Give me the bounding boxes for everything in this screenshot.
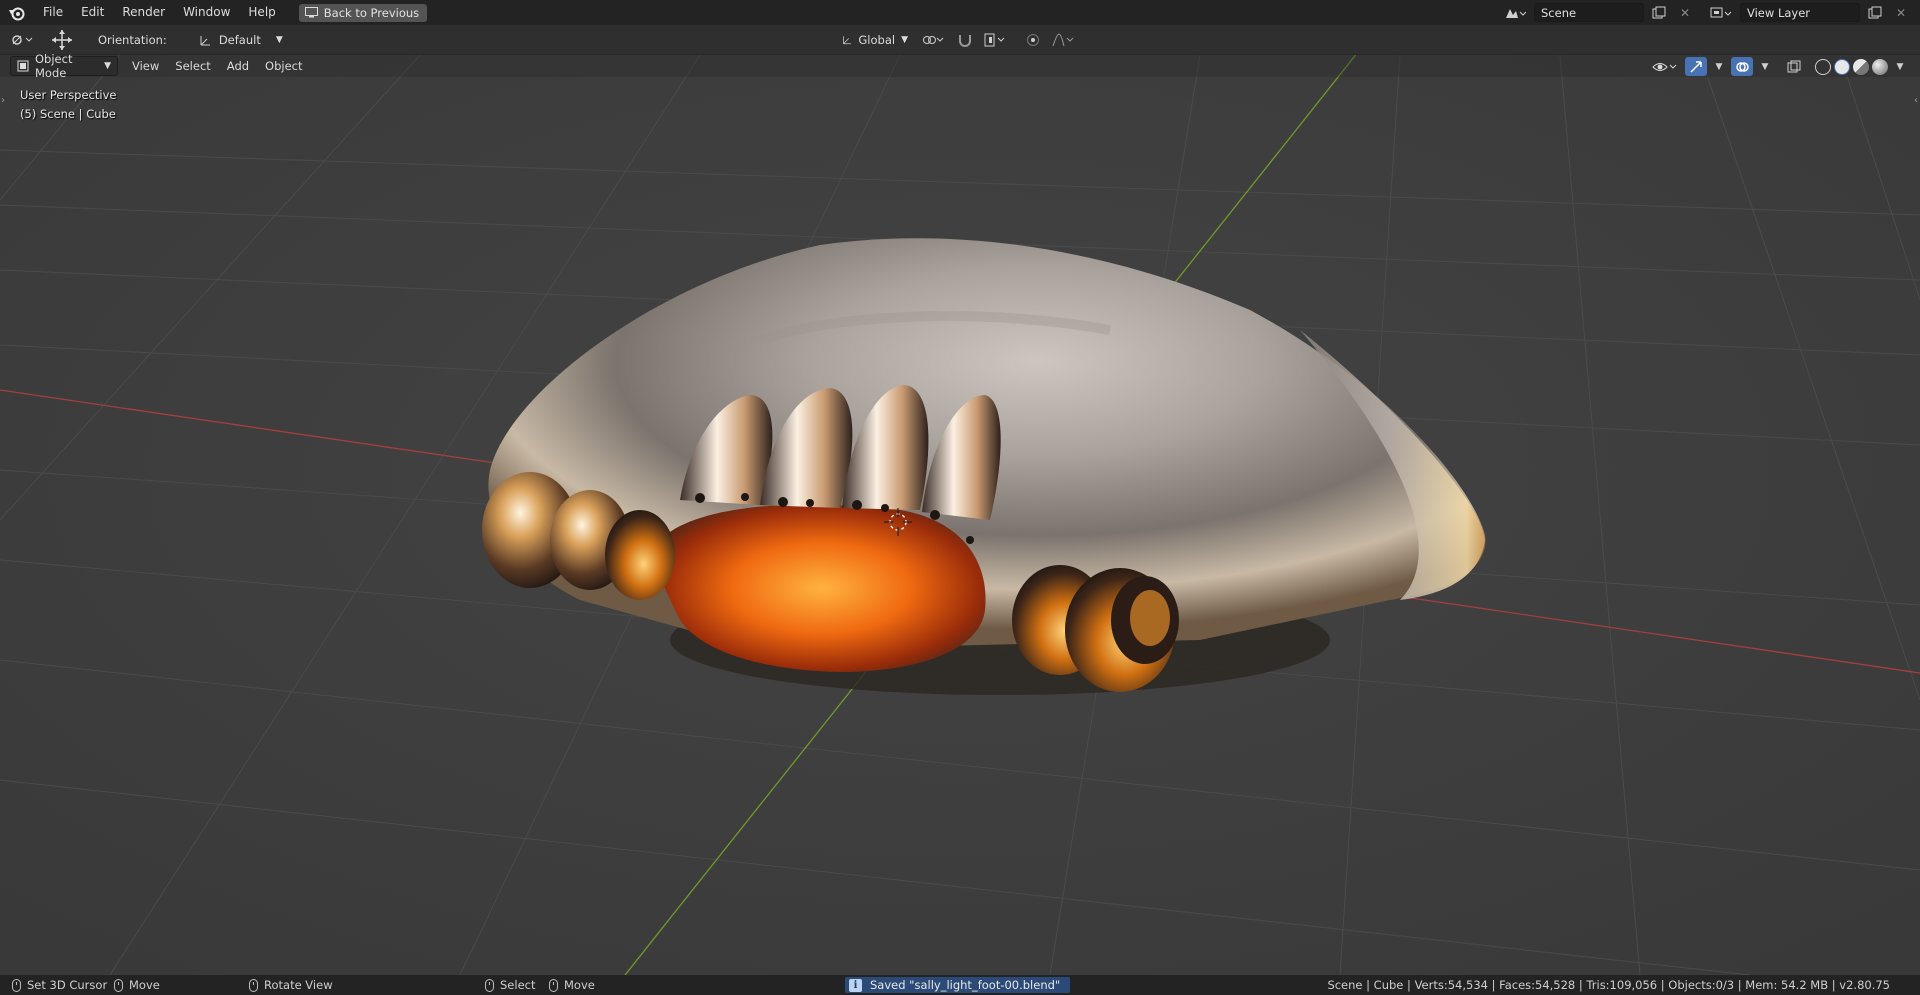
proportional-editing-icon[interactable] <box>1022 31 1044 50</box>
screen-icon <box>304 7 318 18</box>
gizmo-dropdown-icon[interactable]: ▼ <box>1713 57 1725 76</box>
scene-name-field[interactable]: Scene <box>1534 3 1644 22</box>
menu-window[interactable]: Window <box>174 0 239 25</box>
snap-toggle-icon[interactable] <box>954 31 976 50</box>
new-view-layer-icon[interactable] <box>1864 3 1886 22</box>
global-axes-icon <box>843 36 851 45</box>
3d-viewport[interactable]: User Perspective (5) Scene | Cube › ‹ <box>0 55 1920 975</box>
viewport-canvas[interactable] <box>0 55 1920 975</box>
gizmo-toggle-icon[interactable] <box>1685 57 1707 76</box>
saved-notification[interactable]: i Saved "sally_light_foot-00.blend" <box>845 977 1071 993</box>
viewport-right-controls: ▼ ▼ ▼ <box>1651 57 1906 76</box>
delete-scene-icon[interactable]: ✕ <box>1674 3 1696 22</box>
hint-move-2: Move <box>549 975 595 995</box>
solid-shading-icon[interactable] <box>1834 58 1850 75</box>
orientation-axes-icon <box>200 35 210 45</box>
top-right-controls: Scene ✕ View Layer ✕ <box>1500 3 1912 22</box>
snap-target-icon[interactable] <box>982 31 1010 50</box>
mouse-drag-icon <box>549 978 558 992</box>
transform-tool-icon[interactable] <box>48 29 76 50</box>
mode-dropdown[interactable]: Object Mode ▼ <box>10 52 118 80</box>
viewport-menu-add[interactable]: Add <box>219 55 257 77</box>
mouse-left-icon <box>12 978 21 992</box>
back-to-previous-button[interactable]: Back to Previous <box>298 3 428 22</box>
hint-set-cursor-label: Set 3D Cursor <box>27 978 108 992</box>
hint-select-label: Select <box>500 978 536 992</box>
chevron-down-icon: ▼ <box>901 35 908 45</box>
tool-settings-bar: Orientation: Default ▼ Global ▼ <box>0 25 1920 55</box>
back-to-previous-label: Back to Previous <box>323 5 420 20</box>
menu-help[interactable]: Help <box>239 0 284 25</box>
scene-context-label: (5) Scene | Cube <box>20 107 116 121</box>
hint-rotate-label: Rotate View <box>264 978 333 992</box>
mouse-right-icon <box>485 978 494 992</box>
pivot-point-icon[interactable] <box>920 31 948 50</box>
transform-space-value: Global <box>858 33 896 47</box>
editor-type-button[interactable] <box>8 30 38 49</box>
hint-move-1-label: Move <box>129 978 160 992</box>
shading-dropdown-icon[interactable]: ▼ <box>1894 57 1906 76</box>
orientation-label: Orientation: <box>98 32 167 47</box>
overlays-dropdown-icon[interactable]: ▼ <box>1759 57 1771 76</box>
viewport-menu-object[interactable]: Object <box>257 55 310 77</box>
orientation-dropdown[interactable]: Default ▼ <box>193 30 289 50</box>
menu-file[interactable]: File <box>34 0 72 25</box>
info-icon: i <box>849 978 862 992</box>
status-bar: Set 3D Cursor Move Rotate View Select Mo… <box>0 975 1920 995</box>
orientation-value: Default <box>218 32 261 47</box>
hint-move-2-label: Move <box>564 978 595 992</box>
chevron-down-icon: ▼ <box>275 34 283 45</box>
viewport-menu-view[interactable]: View <box>124 55 167 77</box>
menu-render[interactable]: Render <box>113 0 174 25</box>
hint-move-1: Move <box>114 975 160 995</box>
view-layer-selector-button[interactable] <box>1706 3 1736 22</box>
menu-edit[interactable]: Edit <box>72 0 113 25</box>
transform-controls: Global ▼ <box>836 30 1078 50</box>
saved-notification-text: Saved "sally_light_foot-00.blend" <box>870 978 1061 992</box>
rendered-shading-icon[interactable] <box>1872 58 1888 75</box>
right-sidebar-toggle-icon[interactable]: ‹ <box>1914 95 1918 106</box>
new-scene-icon[interactable] <box>1648 3 1670 22</box>
view-layer-icon <box>1710 7 1732 17</box>
delete-view-layer-icon[interactable]: ✕ <box>1890 3 1912 22</box>
blender-logo-icon[interactable] <box>6 2 28 24</box>
visibility-eye-icon[interactable] <box>1651 57 1679 76</box>
mouse-middle-icon <box>249 978 258 992</box>
object-mode-icon <box>17 60 29 72</box>
editor-type-icon <box>12 34 33 45</box>
scene-statistics: Scene | Cube | Verts:54,534 | Faces:54,5… <box>1327 978 1890 992</box>
viewport-menu-select[interactable]: Select <box>167 55 218 77</box>
xray-toggle-icon[interactable] <box>1783 57 1805 76</box>
scene-icon <box>1506 8 1526 18</box>
transform-orientation-dropdown[interactable]: Global ▼ <box>836 30 914 50</box>
material-shading-icon[interactable] <box>1853 58 1869 75</box>
left-toolbar-toggle-icon[interactable]: › <box>1 95 5 106</box>
hint-set-cursor: Set 3D Cursor <box>12 975 107 995</box>
mode-value: Object Mode <box>35 52 73 80</box>
view-layer-field[interactable]: View Layer <box>1740 3 1860 22</box>
hint-select: Select <box>485 975 535 995</box>
viewport-header: Object Mode ▼ View Select Add Object ▼ ▼… <box>0 52 1920 80</box>
shading-buttons <box>1815 58 1888 75</box>
scene-selector-button[interactable] <box>1500 3 1530 22</box>
perspective-label: User Perspective <box>20 88 117 102</box>
falloff-curve-icon[interactable] <box>1050 31 1078 50</box>
mouse-drag-icon <box>114 978 123 992</box>
chevron-down-icon: ▼ <box>104 61 111 71</box>
top-bar: File Edit Render Window Help Back to Pre… <box>0 0 1920 25</box>
wireframe-shading-icon[interactable] <box>1815 58 1831 75</box>
overlays-toggle-icon[interactable] <box>1731 57 1753 76</box>
hint-rotate: Rotate View <box>249 975 333 995</box>
